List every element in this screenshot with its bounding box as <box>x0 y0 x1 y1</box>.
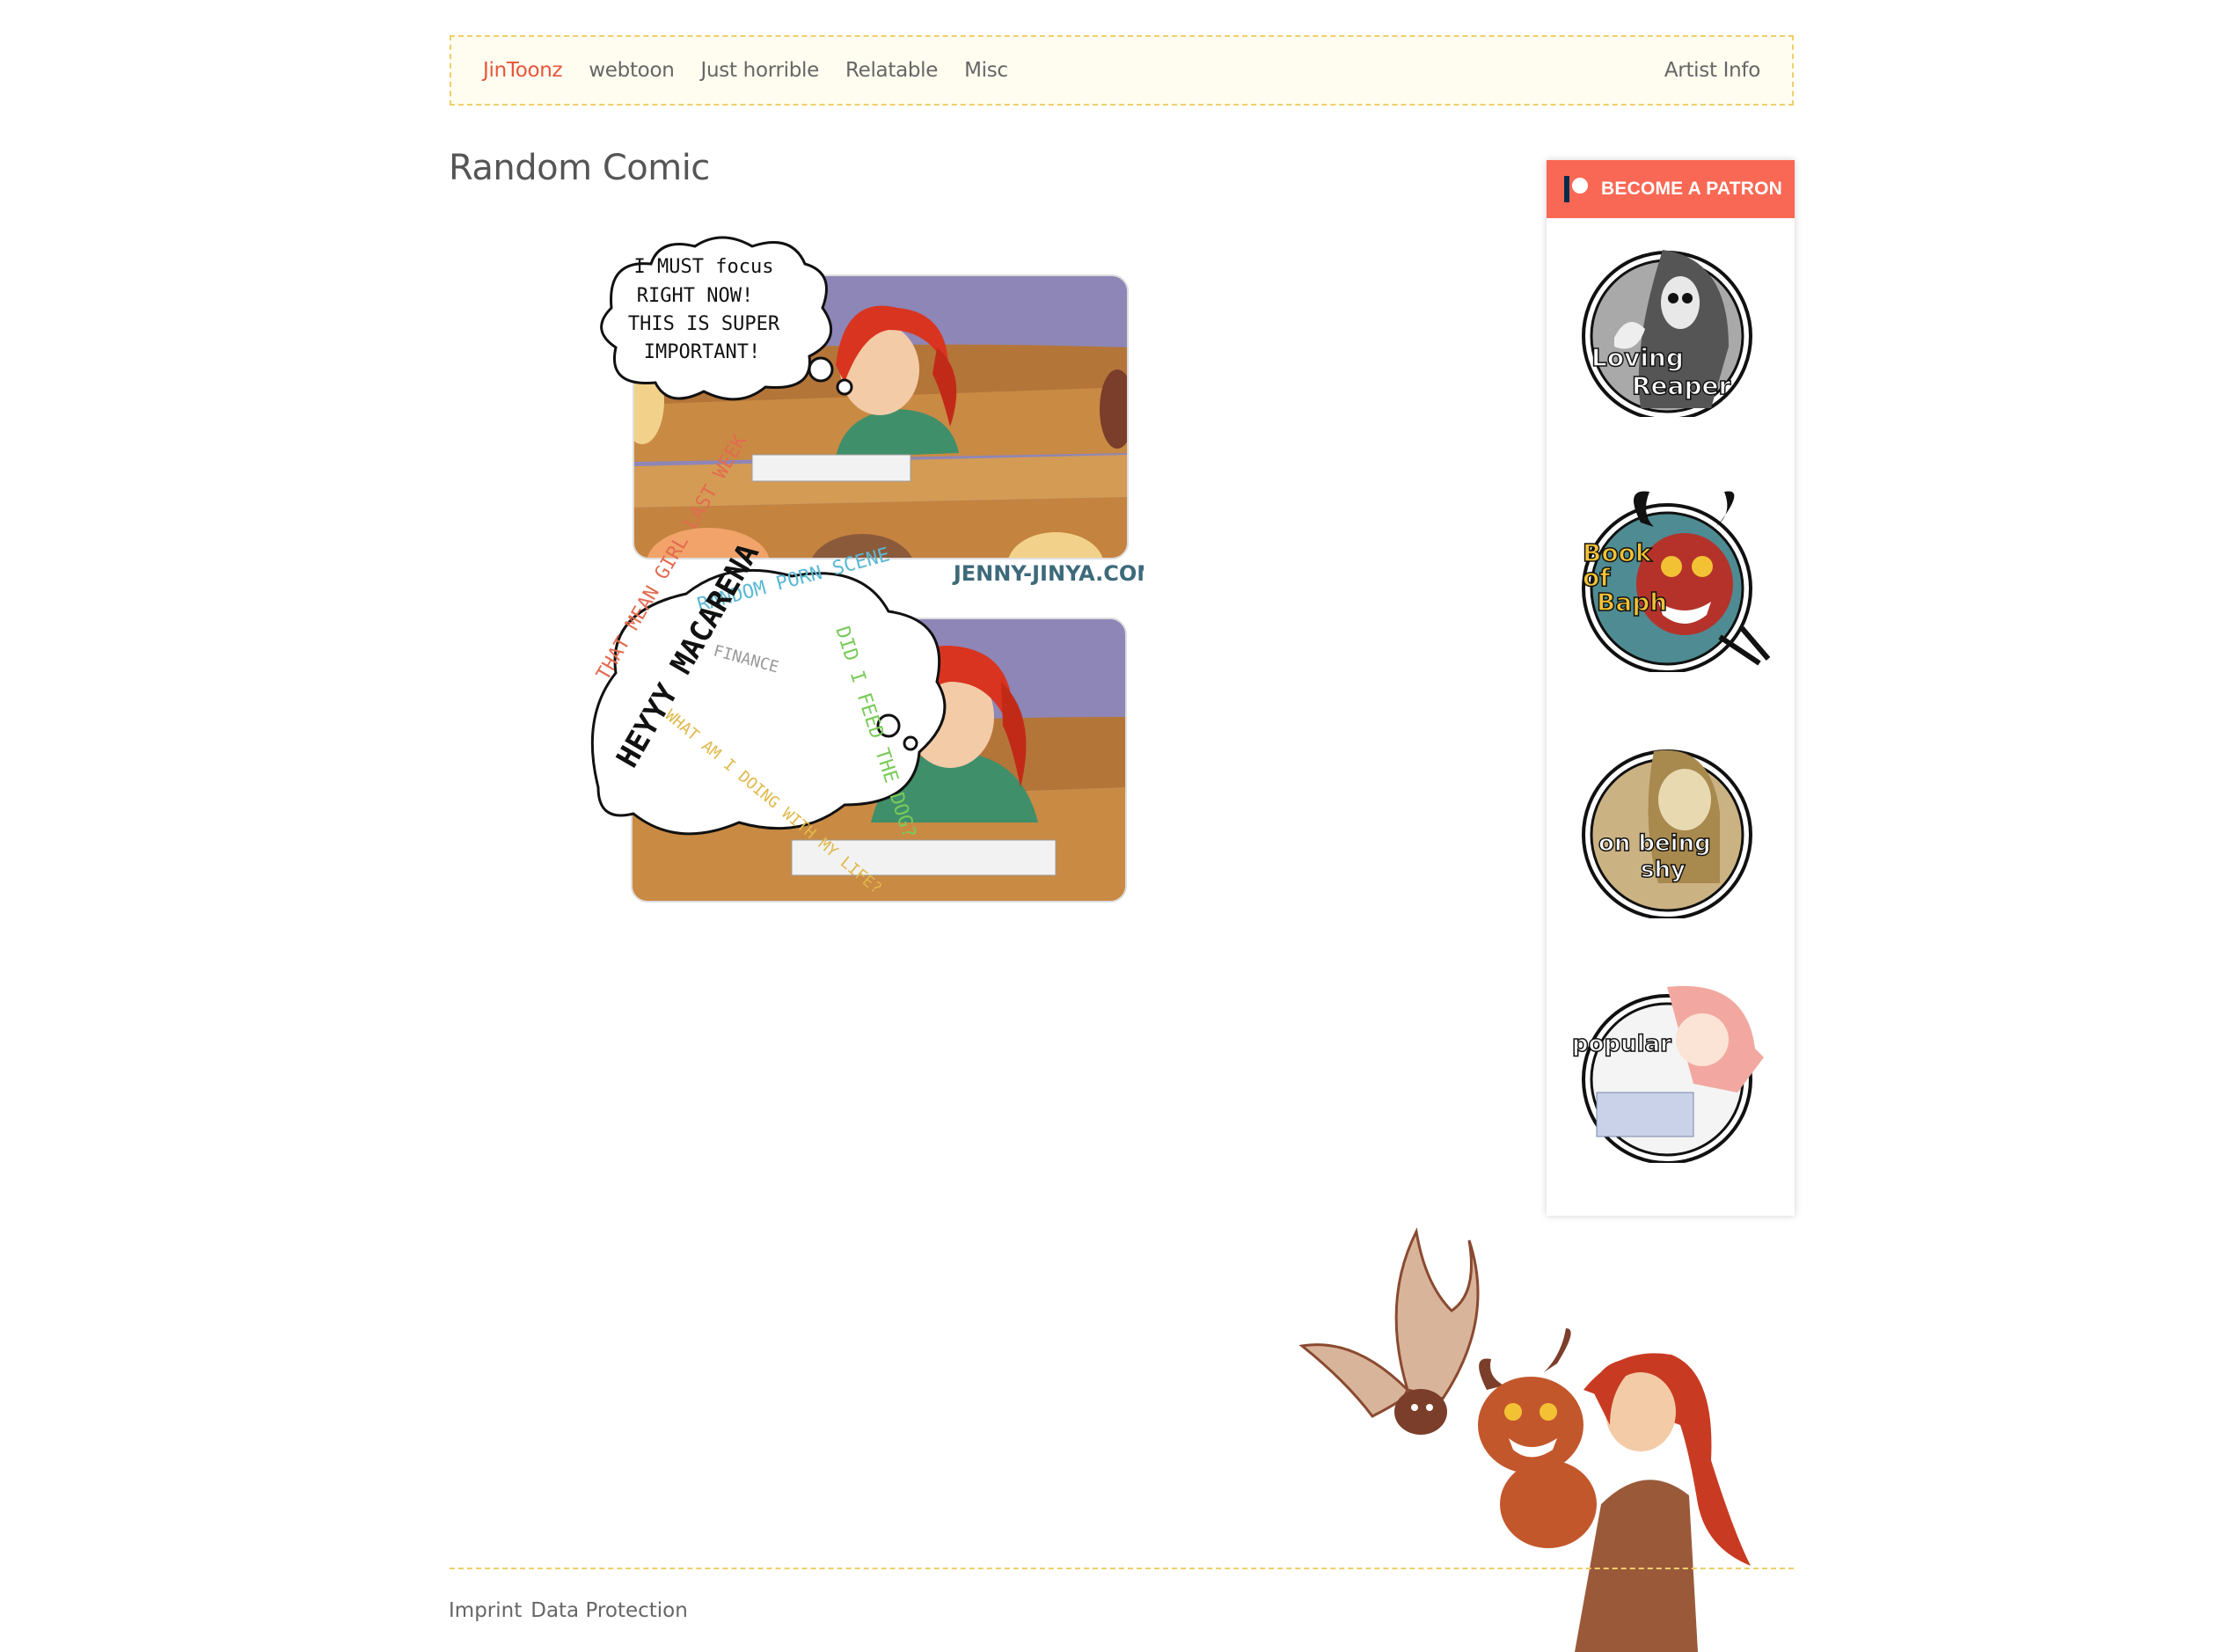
comic-image[interactable]: I MUST focus RIGHT NOW! THIS IS SUPER IM… <box>581 224 1144 910</box>
popular-icon <box>1582 985 1764 1165</box>
top-navbar: JinToonz webtoon Just horrible Relatable… <box>450 35 1794 106</box>
nav-item-artist-info[interactable]: Artist Info <box>1664 59 1760 82</box>
nav-item-webtoon[interactable]: webtoon <box>589 59 675 82</box>
girl-icon <box>1575 1353 1751 1652</box>
footer-data-protection-link[interactable]: Data Protection <box>530 1599 688 1622</box>
nav-item-misc[interactable]: Misc <box>964 59 1008 82</box>
badge-label-shy: shy <box>1640 856 1686 884</box>
badge-label-reaper: Reaper <box>1631 371 1731 400</box>
bat-icon <box>1298 1227 1480 1435</box>
page: JinToonz webtoon Just horrible Relatable… <box>0 0 2238 1652</box>
become-patron-label: BECOME A PATRON <box>1601 179 1782 199</box>
loving-reaper-badge[interactable]: Loving Reaper <box>1579 241 1755 421</box>
patreon-icon <box>1564 176 1594 202</box>
nav-menu: JinToonz webtoon Just horrible Relatable… <box>483 37 1008 104</box>
badge-label-baph: Baph <box>1596 588 1668 617</box>
popular-badge[interactable]: popular <box>1571 978 1764 1165</box>
on-being-shy-badge[interactable]: on being shy <box>1579 734 1755 920</box>
bubble-line-4: IMPORTANT! <box>644 341 760 363</box>
footer-divider <box>450 1568 1794 1569</box>
bubble-line-2: RIGHT NOW! <box>637 285 753 307</box>
badge-label-popular: popular <box>1571 1030 1671 1058</box>
badge-label-on-being: on being <box>1598 830 1711 858</box>
devil-icon <box>1478 1328 1597 1548</box>
page-title: Random Comic <box>449 148 710 188</box>
bubble-line-1: I MUST focus <box>634 256 774 278</box>
become-patron-button[interactable]: BECOME A PATRON <box>1547 160 1795 218</box>
footer-imprint-link[interactable]: Imprint <box>449 1599 522 1622</box>
comic-watermark: JENNY-JINYA.COM <box>952 561 1144 586</box>
bubble-line-3: THIS IS SUPER <box>628 313 780 335</box>
book-of-baph-badge[interactable]: Book of Baph <box>1579 487 1771 674</box>
shy-icon <box>1582 749 1752 920</box>
nav-item-just-horrible[interactable]: Just horrible <box>701 59 820 82</box>
nav-item-jintoonz[interactable]: JinToonz <box>483 59 563 82</box>
badge-label-loving: Loving <box>1591 343 1684 372</box>
mascot-illustration <box>1298 1227 1751 1652</box>
nav-right: Artist Info <box>1664 37 1760 104</box>
sidebar: BECOME A PATRON Loving Reaper Book of Ba… <box>1547 160 1795 1216</box>
footer-links: Imprint Data Protection <box>449 1599 688 1622</box>
nav-item-relatable[interactable]: Relatable <box>845 59 938 82</box>
